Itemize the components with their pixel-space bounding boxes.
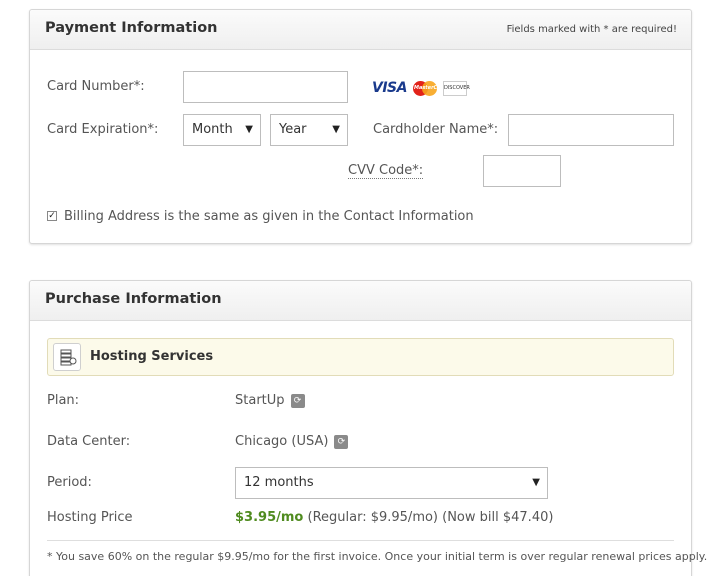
- refresh-icon[interactable]: ⟳: [290, 393, 305, 408]
- cvv-label: CVV Code*:: [348, 163, 424, 179]
- datacenter-label: Data Center:: [47, 434, 131, 449]
- plan-value-wrap: StartUp ⟳: [235, 393, 305, 408]
- year-select-value: Year: [279, 122, 307, 137]
- price-detail: (Regular: $9.95/mo) (Now bill $47.40): [307, 510, 554, 525]
- mastercard-logo: MasterCard: [412, 80, 447, 96]
- datacenter-value: Chicago (USA): [235, 434, 329, 449]
- datacenter-value-wrap: Chicago (USA) ⟳: [235, 434, 349, 449]
- chevron-down-icon: ▼: [245, 124, 253, 135]
- card-number-input[interactable]: [183, 71, 348, 103]
- card-number-label: Card Number*:: [47, 79, 145, 94]
- savings-footnote: * You save 60% on the regular $9.95/mo f…: [47, 550, 708, 563]
- price-value: $3.95/mo: [235, 510, 304, 525]
- billing-checkbox[interactable]: ✓: [47, 211, 57, 221]
- purchase-title: Purchase Information: [45, 291, 222, 307]
- divider: [47, 540, 674, 541]
- cvv-label-wrap[interactable]: CVV Code*:: [348, 163, 424, 179]
- billing-checkbox-label[interactable]: Billing Address is the same as given in …: [64, 209, 474, 224]
- chevron-down-icon: ▼: [332, 124, 340, 135]
- period-select[interactable]: 12 months ▼: [235, 467, 548, 499]
- cardholder-input[interactable]: [508, 114, 674, 146]
- purchase-panel-header: Purchase Information: [30, 281, 691, 321]
- card-logos: VISA MasterCard DISCOVER: [372, 80, 470, 96]
- visa-logo: VISA: [372, 80, 407, 96]
- purchase-panel: Purchase Information: [29, 280, 692, 576]
- payment-title: Payment Information: [45, 20, 218, 36]
- hosting-services-title: Hosting Services: [90, 349, 214, 364]
- server-stack-icon: [53, 343, 81, 371]
- plan-value: StartUp: [235, 393, 285, 408]
- year-select[interactable]: Year ▼: [270, 114, 348, 146]
- required-note: Fields marked with * are required!: [506, 24, 677, 35]
- discover-logo: DISCOVER: [442, 80, 470, 96]
- period-label: Period:: [47, 475, 92, 490]
- price-value-wrap: $3.95/mo (Regular: $9.95/mo) (Now bill $…: [235, 510, 553, 525]
- price-label: Hosting Price: [47, 510, 133, 525]
- period-select-value: 12 months: [244, 475, 314, 490]
- plan-label: Plan:: [47, 393, 80, 408]
- month-select[interactable]: Month ▼: [183, 114, 261, 146]
- chevron-down-icon: ▼: [532, 477, 540, 488]
- month-select-value: Month: [192, 122, 233, 137]
- hosting-services-bar: Hosting Services: [47, 338, 674, 376]
- cvv-input[interactable]: [483, 155, 561, 187]
- cardholder-label: Cardholder Name*:: [373, 122, 499, 137]
- card-expiration-label: Card Expiration*:: [47, 122, 159, 137]
- payment-panel-header: Payment Information Fields marked with *…: [30, 10, 691, 50]
- refresh-icon[interactable]: ⟳: [334, 434, 349, 449]
